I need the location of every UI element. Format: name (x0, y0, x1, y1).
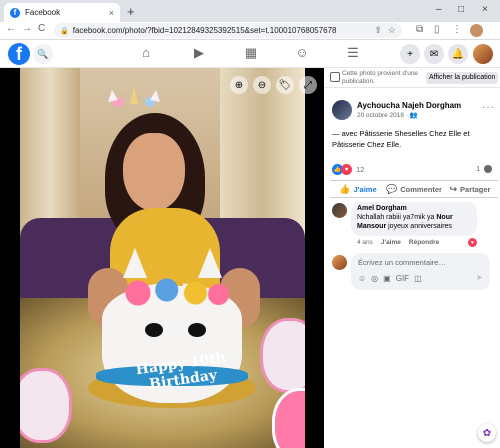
like-label: J'aime (353, 184, 377, 194)
share-button[interactable]: ↪ Partager (442, 181, 498, 197)
photo-source-icon (330, 72, 340, 82)
commenter-avatar[interactable] (332, 203, 347, 218)
comment-like-link[interactable]: J'aime (381, 239, 401, 246)
new-tab-button[interactable]: + (127, 4, 135, 19)
groups-icon[interactable]: ☺ (292, 45, 312, 60)
comment-input-tools: ☺ ◎ ▣ GIF ◫ (358, 274, 422, 283)
thumbs-up-icon: 👍 (339, 183, 351, 194)
comment-label: Commenter (400, 184, 442, 194)
fullscreen-icon[interactable]: ⤢ (299, 76, 317, 94)
cake-eye-right (188, 323, 206, 337)
unicorn-headband (108, 86, 160, 107)
comment-love-reaction-icon[interactable]: ♥ (468, 238, 477, 247)
cake-horn (163, 216, 183, 286)
browser-toolbar: ← → C 🔒 facebook.com/photo/?fbid=1021284… (0, 22, 500, 40)
maximize-window-button[interactable]: □ (458, 4, 464, 15)
comment-text: Nchallah rabiii ya7mik ya Nour Mansour j… (357, 214, 453, 230)
tag-icon[interactable]: 🏷 (276, 76, 294, 94)
camera-icon[interactable]: ▣ (383, 274, 391, 283)
comment-button[interactable]: 💬 Commenter (386, 181, 442, 197)
url-text[interactable]: facebook.com/photo/?fbid=102128493253925… (73, 26, 369, 35)
current-user-avatar (332, 255, 347, 270)
back-arrow-icon[interactable]: ← (6, 23, 16, 34)
facebook-logo-icon[interactable]: f (8, 43, 30, 65)
reload-icon[interactable]: C (38, 23, 45, 34)
birthday-photo: Happy 10th Birthday (20, 68, 305, 448)
publication-notice: Cette photo provient d'une publication. … (324, 68, 500, 88)
comment-icon: 💬 (386, 183, 398, 194)
emoji-icon[interactable]: ☺ (358, 274, 366, 283)
create-plus-icon[interactable]: + (400, 44, 420, 64)
lock-icon[interactable]: 🔒 (60, 27, 69, 35)
facebook-top-bar: f 🔍 ⌂ ▶ ▦ ☺ ☰ + ✉ 🔔 (0, 40, 500, 68)
send-icon[interactable]: ➤ (476, 273, 483, 282)
author-avatar[interactable] (332, 100, 352, 120)
side-panel-icon[interactable]: ▯ (434, 24, 440, 35)
show-publication-button[interactable]: Afficher la publication (426, 72, 499, 84)
comment-input[interactable]: Écrivez un commentaire… ☺ ◎ ▣ GIF ◫ ➤ (351, 253, 490, 290)
address-bar[interactable]: 🔒 facebook.com/photo/?fbid=1021284932539… (54, 23, 402, 38)
comment-input-placeholder[interactable]: Écrivez un commentaire… (358, 258, 446, 267)
comment-reply-link[interactable]: Répondre (409, 239, 439, 246)
comment-meta: 4 ans J'aime Répondre (357, 239, 439, 246)
comment-bubble: Amel Dorgham Nchallah rabiii ya7mik ya N… (351, 202, 477, 236)
zoom-out-icon[interactable]: ⊖ (253, 76, 271, 94)
notice-text: Cette photo provient d'une publication. (342, 70, 419, 85)
sticker-icon[interactable]: ◫ (414, 274, 422, 283)
audience-friends-icon: 👥 (409, 112, 418, 119)
love-reaction-icon: ♥ (341, 164, 352, 175)
like-button[interactable]: 👍 J'aime (330, 181, 386, 197)
gif-icon[interactable]: GIF (396, 274, 409, 283)
browser-tab-facebook[interactable]: f Facebook × (4, 3, 120, 22)
post-side-panel: Cette photo provient d'une publication. … (324, 68, 500, 448)
forward-arrow-icon[interactable]: → (22, 23, 32, 34)
notifications-bell-icon[interactable]: 🔔 (448, 44, 468, 64)
post-actions: 👍 J'aime 💬 Commenter ↪ Partager (330, 180, 498, 198)
messenger-icon[interactable]: ✉ (424, 44, 444, 64)
zoom-in-icon[interactable]: ⊕ (230, 76, 248, 94)
watch-video-icon[interactable]: ▶ (189, 45, 209, 61)
cake-ear-right (198, 248, 222, 278)
photo-viewer: Happy 10th Birthday ⊕ ⊖ 🏷 ⤢ (0, 68, 324, 448)
cake-ear-left (123, 248, 147, 278)
post-caption: — avec Pâtisserie Sheselles Chez Elle et… (332, 129, 470, 149)
cake-eye-left (145, 323, 163, 337)
browser-tab-strip: f Facebook × + – □ × (0, 0, 500, 22)
floating-action-icon[interactable]: ✿ (478, 424, 496, 442)
profile-avatar[interactable] (473, 44, 493, 64)
browser-menu-icon[interactable]: ⋮ (452, 24, 462, 35)
author-name[interactable]: Aychoucha Najeh Dorgham (357, 101, 461, 110)
commenter-name[interactable]: Amel Dorgham (357, 205, 471, 212)
comment-bubble-icon (484, 165, 492, 173)
search-icon[interactable]: 🔍 (33, 44, 53, 64)
close-window-button[interactable]: × (482, 4, 488, 15)
girl-face (123, 133, 185, 211)
minimize-window-button[interactable]: – (436, 4, 442, 15)
tab-title: Facebook (25, 8, 61, 17)
avatar-sticker-icon[interactable]: ◎ (371, 274, 378, 283)
comments-count[interactable]: 1 (476, 164, 480, 173)
share-label: Partager (460, 184, 491, 194)
close-tab-icon[interactable]: × (109, 8, 114, 18)
menu-icon[interactable]: ☰ (343, 45, 363, 61)
reactions-summary[interactable]: 👍 ♥ 12 (332, 164, 364, 175)
facebook-favicon-icon: f (10, 7, 20, 18)
reactions-count[interactable]: 12 (356, 165, 364, 174)
browser-profile-avatar[interactable] (470, 24, 483, 37)
bookmark-star-icon[interactable]: ☆ (388, 25, 396, 36)
extensions-icon[interactable]: ⧉ (416, 24, 423, 35)
comment-age[interactable]: 4 ans (357, 239, 373, 246)
cake-flower-mane (115, 278, 230, 308)
share-icon[interactable]: ⇪ (374, 25, 382, 36)
marketplace-icon[interactable]: ▦ (241, 45, 261, 61)
unicorn-cookie-right (260, 318, 305, 393)
post-date[interactable]: 20 octobre 2018 · 👥 (357, 111, 418, 119)
unicorn-cookie-left (20, 368, 72, 443)
home-icon[interactable]: ⌂ (136, 45, 156, 60)
post-options-icon[interactable]: ··· (482, 102, 495, 113)
share-arrow-icon: ↪ (449, 183, 458, 194)
